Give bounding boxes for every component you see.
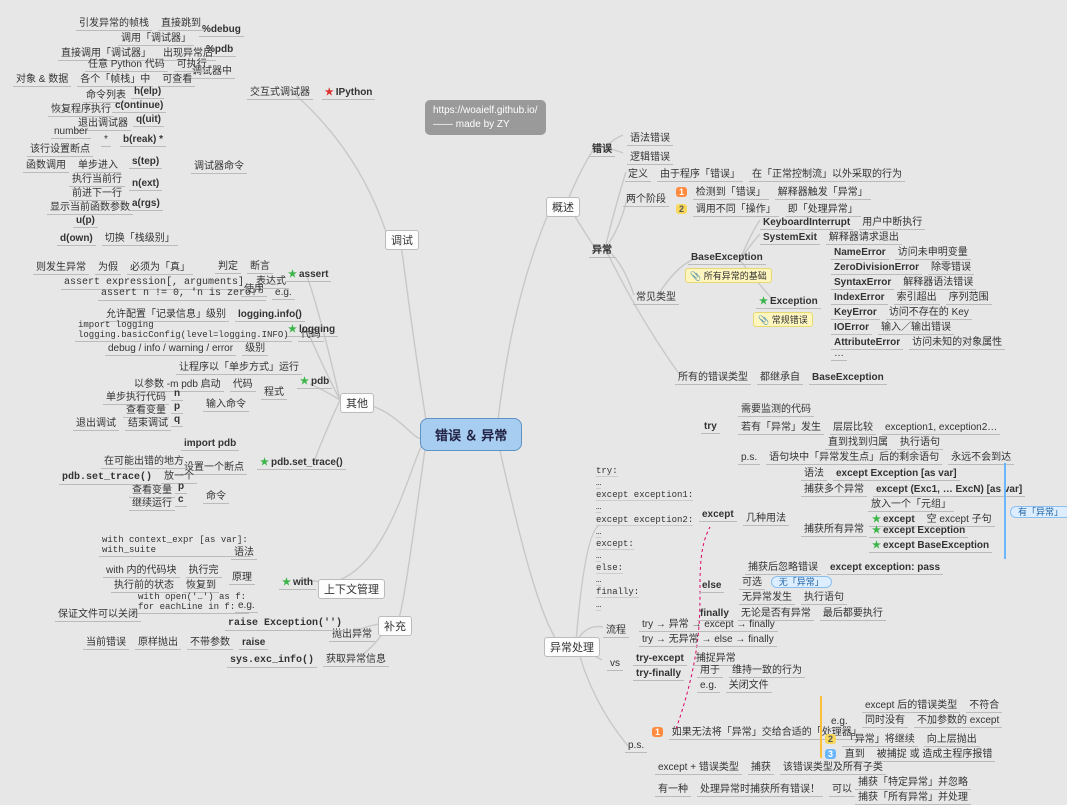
ot-trace: pdb.set_trace(): [254, 457, 349, 470]
a-use-b: assert n != 0, 'n is zero!'e.g.: [95, 287, 298, 301]
h-ex-a: 语法except Exception [as var]: [798, 464, 963, 481]
tr-cmd: 命令: [200, 487, 232, 504]
c-quit: q(uit): [130, 114, 167, 127]
w-syn-c: with context_expr [as var]: with_suite: [96, 535, 254, 557]
hub-debug: 调试: [385, 230, 419, 250]
sp-raise-a: raise Exception(''): [222, 617, 348, 631]
hub-ctx: 上下文管理: [318, 579, 385, 599]
c-break: b(reak) *: [117, 134, 169, 147]
ov-ae: AttributeError访问未知的对象属性: [828, 333, 1008, 350]
w-prin: 原理: [226, 568, 258, 585]
h-ex-h: 几种用法: [740, 509, 792, 526]
hub-supp: 补充: [378, 616, 412, 636]
c-help: h(elp): [128, 86, 167, 99]
ov-all: 所有的错误类型都继承自BaseException: [672, 368, 890, 385]
ov-types: 常见类型: [630, 288, 682, 305]
ov-stage1: 1 检测到「错误」解释器触发「异常」: [676, 183, 874, 200]
c-next: n(ext): [126, 178, 165, 191]
ov-base: BaseException: [685, 252, 769, 265]
brace-bar: [1004, 463, 1006, 559]
c-step: s(tep): [126, 156, 165, 169]
h-else: else: [696, 580, 727, 593]
c-up: u(p): [70, 215, 101, 228]
h-try-c: p.s.语句块中「异常发生点」后的剩余语句永远不会到达: [735, 448, 1017, 465]
ov-stage: 两个阶段: [620, 190, 672, 207]
ps-brace: [820, 696, 822, 758]
pdb-in: 输入命令: [200, 395, 252, 412]
ov-ex-note: 📎 常规错误: [753, 312, 813, 327]
h-flow: 流程: [600, 621, 632, 638]
log-c: debug / info / warning / error级别: [102, 339, 271, 356]
ctx-with: with: [276, 577, 319, 590]
ov-base-note: 📎 所有异常的基础: [685, 268, 772, 283]
hub-handle: 异常处理: [544, 637, 600, 657]
h-psAe: e.g.: [825, 716, 854, 729]
h-ex-c: 捕获所有异常: [798, 520, 870, 537]
ot-pdb: pdb: [294, 376, 335, 389]
hub-other: 其他: [340, 393, 374, 413]
dbg-in-b: 对象 & 数据各个「帧栈」中可查看: [10, 70, 198, 87]
root-node: 错误 ＆ 异常: [420, 418, 522, 451]
h-psC4: 捕获「所有异常」并处理: [852, 788, 974, 805]
h-try: try: [698, 421, 723, 434]
ov-error: 错误: [586, 140, 618, 157]
h-except: except: [696, 509, 740, 522]
h-psAe2: 同时没有不加参数的 except: [859, 711, 1005, 728]
h-vs: vs: [604, 658, 626, 671]
hub-overview: 概述: [546, 197, 580, 217]
ov-ex: Exception: [753, 296, 824, 309]
h-else-b: 无异常发生执行语句: [736, 588, 850, 605]
ov-error-logic: 逻辑错误: [624, 148, 676, 165]
w-eg-c: with open('…') as f: for eachLine in f:: [132, 592, 252, 614]
h-ex-c2: except Exception: [866, 525, 971, 538]
tr-a: import pdb: [178, 438, 242, 451]
watermark: https://woaielf.github.io/—— made by ZY: [425, 100, 546, 135]
c-down: d(own)切换「栈级别」: [54, 229, 181, 246]
brace-lbl: 有「异常」: [1010, 505, 1067, 518]
ov-dots: …: [828, 348, 850, 361]
ov-exc-def: 定义由于程序「错误」在「正常控制流」以外采取的行为: [622, 165, 908, 182]
dbg-cmd: 调试器命令: [188, 157, 250, 174]
h-ps: p.s.: [622, 740, 650, 753]
h-try-a: 需要监测的代码: [735, 400, 817, 417]
h-vs-b: try-finally: [630, 668, 687, 681]
pdb-a: 让程序以「单步方式」运行: [173, 358, 305, 375]
pdb-m: 程式: [258, 383, 290, 400]
code-try-block: try:… except exception1:… except excepti…: [596, 465, 693, 611]
ov-error-syn: 语法错误: [624, 129, 676, 146]
sp-sys: sys.exc_info()获取异常信息: [224, 650, 392, 668]
h-flow2: try → 无异常 → else → finally: [636, 630, 780, 647]
dbg-inter: 交互式调试器 IPython: [244, 83, 378, 100]
w-eg-d: 保证文件可以关闭: [52, 605, 144, 622]
c-cont: c(ontinue): [109, 100, 169, 113]
h-vs-b2: e.g.关闭文件: [694, 676, 775, 693]
ov-exc: 异常: [586, 241, 618, 258]
sp-raise-b: 当前错误原样抛出不带参数raise: [80, 633, 271, 650]
h-ex-c3: except BaseException: [866, 540, 995, 553]
h-psC: 有一种处理异常时捕获所有错误！可以: [652, 780, 858, 797]
w-b: 执行前的状态恢复到: [108, 576, 222, 593]
